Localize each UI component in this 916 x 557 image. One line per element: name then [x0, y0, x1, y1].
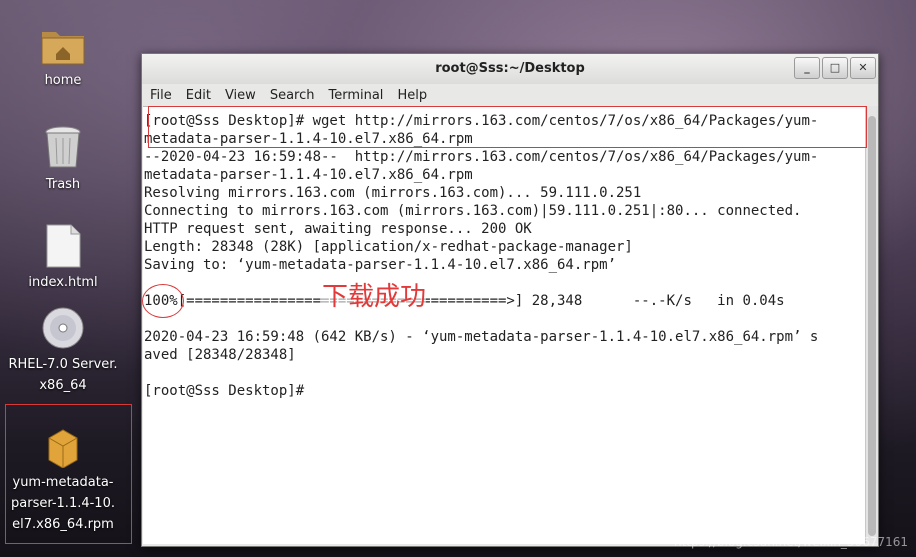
desktop-icon-home[interactable]: home: [3, 24, 123, 91]
terminal-output[interactable]: [root@Sss Desktop]# wget http://mirrors.…: [143, 106, 865, 544]
window-titlebar[interactable]: root@Sss:~/Desktop _ □ ✕: [142, 54, 878, 84]
window-title: root@Sss:~/Desktop: [435, 61, 585, 76]
menu-edit[interactable]: Edit: [186, 84, 211, 104]
minimize-button[interactable]: _: [794, 57, 820, 79]
desktop-icon-label: index.html: [28, 275, 98, 290]
terminal-line: 2020-04-23 16:59:48 (642 KB/s) - ‘yum-me…: [144, 329, 819, 345]
menu-help[interactable]: Help: [397, 84, 427, 104]
desktop-icon-label: yum-metadata-: [12, 475, 114, 490]
menu-view[interactable]: View: [225, 84, 256, 104]
window-controls: _ □ ✕: [794, 57, 876, 79]
terminal-line: 100%[===================================…: [144, 293, 785, 309]
terminal-line: Length: 28348 (28K) [application/x-redha…: [144, 239, 633, 255]
home-folder-icon: [41, 32, 85, 65]
maximize-button[interactable]: □: [822, 57, 848, 79]
desktop-icon-trash[interactable]: Trash: [3, 124, 123, 195]
menu-search[interactable]: Search: [270, 84, 315, 104]
dvd-icon: [42, 307, 84, 349]
desktop-icon-label: Trash: [45, 177, 81, 192]
scrollbar[interactable]: [865, 106, 878, 543]
terminal-line: aved [28348/28348]: [144, 347, 296, 363]
terminal-text: [root@Sss Desktop]# wget http://mirrors.…: [143, 107, 865, 400]
terminal-line: HTTP request sent, awaiting response... …: [144, 221, 532, 237]
desktop-icon-index-html[interactable]: index.html: [3, 224, 123, 293]
desktop-icon-label: parser-1.1.4-10.: [11, 496, 115, 511]
progress-highlight: [142, 284, 184, 318]
terminal-line: --2020-04-23 16:59:48-- http://mirrors.1…: [144, 149, 819, 165]
terminal-line: Connecting to mirrors.163.com (mirrors.1…: [144, 203, 802, 219]
terminal-line: Saving to: ‘yum-metadata-parser-1.1.4-10…: [144, 257, 617, 273]
terminal-line: metadata-parser-1.1.4-10.el7.x86_64.rpm: [144, 167, 473, 183]
menu-file[interactable]: File: [150, 84, 172, 104]
desktop-icon-label: home: [44, 73, 82, 88]
desktop-icon-label: x86_64: [39, 378, 87, 393]
desktop-icon-label: RHEL-7.0 Server.: [8, 357, 118, 372]
scrollbar-thumb[interactable]: [868, 116, 876, 536]
close-button[interactable]: ✕: [850, 57, 876, 79]
file-icon: [46, 224, 81, 268]
terminal-line: [root@Sss Desktop]#: [144, 383, 305, 399]
terminal-line: Resolving mirrors.163.com (mirrors.163.c…: [144, 185, 642, 201]
success-annotation: 下载成功: [322, 276, 427, 313]
desktop-icon-dvd[interactable]: RHEL-7.0 Server. x86_64: [3, 306, 123, 396]
package-icon: [48, 429, 78, 468]
menu-terminal[interactable]: Terminal: [328, 84, 383, 104]
menu-bar: File Edit View Search Terminal Help: [142, 84, 878, 104]
trash-icon: [45, 126, 81, 168]
command-highlight: [148, 106, 867, 148]
desktop-icon-label: el7.x86_64.rpm: [12, 517, 114, 532]
desktop-icon-rpm[interactable]: yum-metadata- parser-1.1.4-10. el7.x86_6…: [3, 428, 123, 535]
watermark: https://blog.csdn.net/weixin_50677161: [673, 535, 908, 549]
